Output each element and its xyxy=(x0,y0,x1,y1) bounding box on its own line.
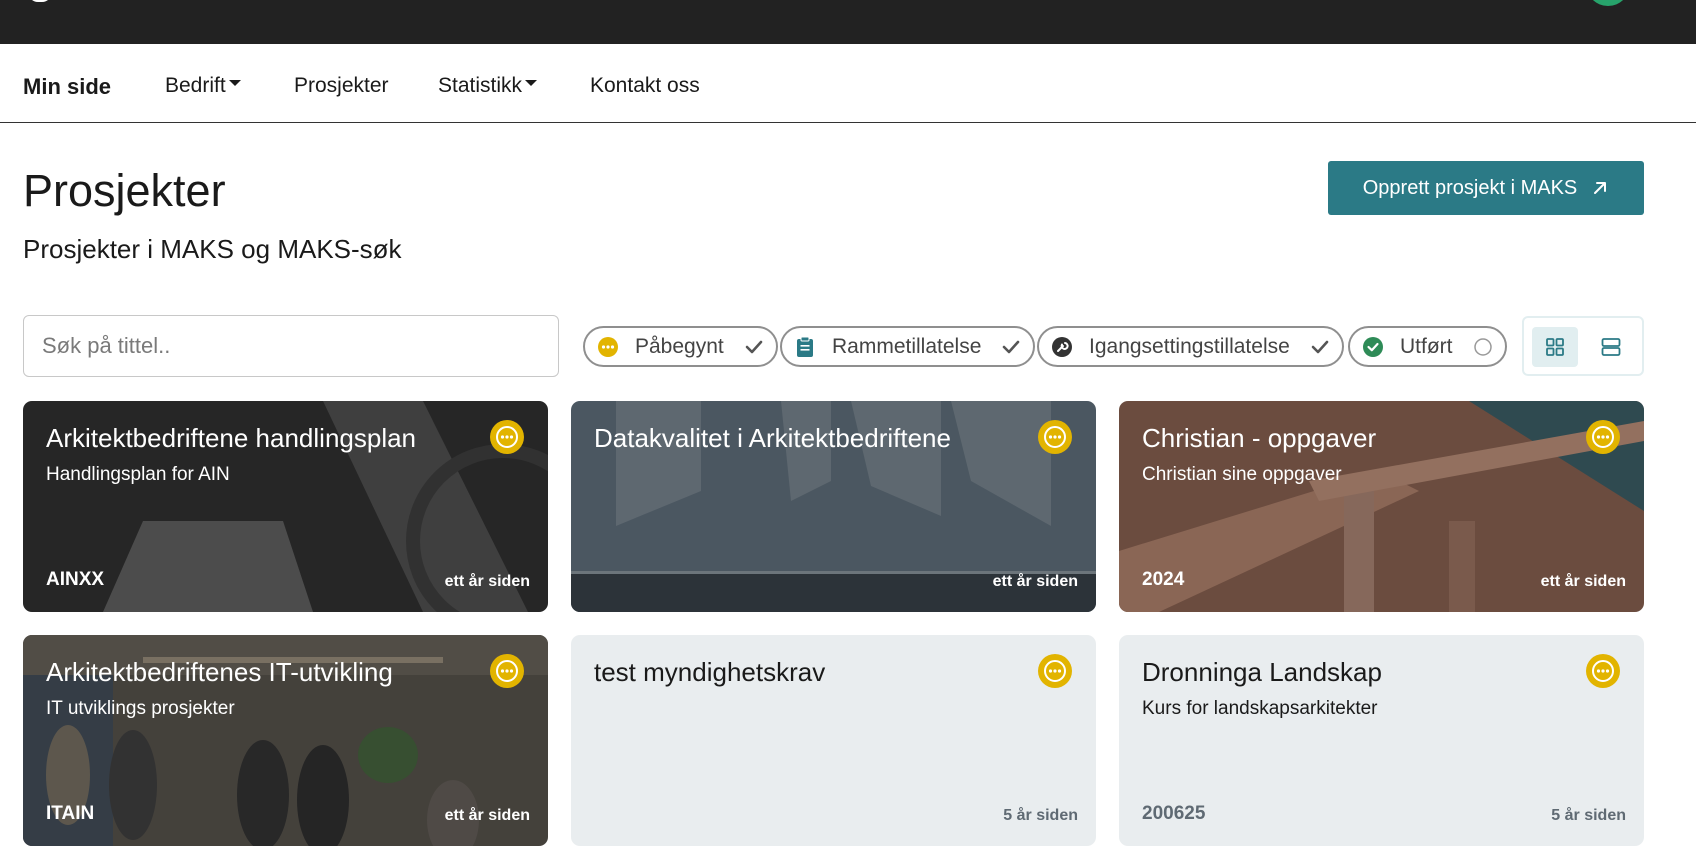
create-project-button[interactable]: Opprett prosjekt i MAKS xyxy=(1328,161,1644,215)
project-card[interactable]: Arkitektbedriftene handlingsplan Handlin… xyxy=(23,401,548,612)
project-title: Dronninga Landskap xyxy=(1142,657,1382,687)
nav-item-kontakt-oss[interactable]: Kontakt oss xyxy=(590,74,700,98)
check-circle-icon xyxy=(1363,336,1383,357)
page-title: Prosjekter xyxy=(23,165,226,216)
status-ellipsis-icon xyxy=(490,654,524,688)
nav-item-label: Statistikk xyxy=(438,74,523,97)
project-card[interactable]: Dronninga Landskap Kurs for landskapsark… xyxy=(1119,635,1644,846)
caret-down-icon xyxy=(525,80,538,87)
grid-view-button[interactable] xyxy=(1532,327,1578,367)
filter-chip-label: Påbegynt xyxy=(635,334,724,358)
project-title: Arkitektbedriftenes IT-utvikling xyxy=(46,657,393,687)
filter-chip-utfort[interactable]: Utført xyxy=(1348,326,1507,367)
list-view-button[interactable] xyxy=(1588,327,1634,367)
ellipsis-circle-icon xyxy=(598,336,618,357)
project-code: 2024 xyxy=(1142,569,1185,590)
nav-item-label: Bedrift xyxy=(165,74,226,97)
project-description: IT utviklings prosjekter xyxy=(46,698,235,719)
caret-down-icon xyxy=(228,80,241,87)
status-ellipsis-icon xyxy=(1586,654,1620,688)
grid-view-icon xyxy=(1546,338,1564,356)
status-ellipsis-icon xyxy=(1038,420,1072,454)
nav-home-link[interactable]: Min side xyxy=(23,74,111,100)
project-card[interactable]: Datakvalitet i Arkitektbedriftene ett år… xyxy=(571,401,1096,612)
user-avatar[interactable] xyxy=(1586,0,1630,6)
filter-chip-pabegynt[interactable]: Påbegynt xyxy=(583,326,778,367)
project-age: 5 år siden xyxy=(1551,807,1626,824)
project-title: Datakvalitet i Arkitektbedriftene xyxy=(594,423,951,453)
nav-item-bedrift[interactable]: Bedrift xyxy=(165,74,241,98)
filter-chip-rammetillatelse[interactable]: Rammetillatelse xyxy=(780,326,1036,367)
project-age: ett år siden xyxy=(1540,573,1626,590)
project-description: Kurs for landskapsarkitekter xyxy=(1142,698,1378,719)
page-subtitle: Prosjekter i MAKS og MAKS-søk xyxy=(23,234,402,264)
project-card[interactable]: Arkitektbedriftenes IT-utvikling IT utvi… xyxy=(23,635,548,846)
clipboard-icon xyxy=(797,336,813,357)
nav-item-statistikk[interactable]: Statistikk xyxy=(438,74,538,98)
filter-chip-label: Rammetillatelse xyxy=(832,334,982,358)
nav-item-label: Kontakt oss xyxy=(590,74,700,97)
checkmark-icon xyxy=(1311,340,1329,353)
project-code: ITAIN xyxy=(46,803,95,824)
create-project-label: Opprett prosjekt i MAKS xyxy=(1362,176,1578,199)
wrench-icon xyxy=(1052,336,1072,357)
filter-chip-label: Igangsettingstillatelse xyxy=(1089,334,1290,358)
logo-icon[interactable] xyxy=(28,0,52,2)
search-input[interactable] xyxy=(23,315,559,377)
view-toggle xyxy=(1522,316,1644,376)
project-age: ett år siden xyxy=(992,573,1078,590)
filter-chip-label: Utført xyxy=(1400,334,1453,358)
empty-circle-icon xyxy=(1473,337,1492,356)
project-description: Handlingsplan for AIN xyxy=(46,464,230,485)
project-code: AINXX xyxy=(46,569,105,590)
project-age: ett år siden xyxy=(444,573,530,590)
project-card[interactable]: Christian - oppgaver Christian sine oppg… xyxy=(1119,401,1644,612)
project-code: 200625 xyxy=(1142,803,1206,824)
nav-item-label: Prosjekter xyxy=(294,74,389,97)
project-age: ett år siden xyxy=(444,807,530,824)
project-title: Arkitektbedriftene handlingsplan xyxy=(46,423,417,453)
filter-chip-igangsettingstillatelse[interactable]: Igangsettingstillatelse xyxy=(1037,326,1344,367)
project-card[interactable]: test myndighetskrav 5 år siden xyxy=(571,635,1096,846)
main-navigation: Min side Bedrift Prosjekter Statistikk K… xyxy=(0,44,1696,123)
status-ellipsis-icon xyxy=(1586,420,1620,454)
list-view-icon xyxy=(1601,338,1621,356)
status-ellipsis-icon xyxy=(490,420,524,454)
checkmark-icon xyxy=(745,340,763,353)
project-title: Christian - oppgaver xyxy=(1142,423,1377,453)
project-age: 5 år siden xyxy=(1003,807,1078,824)
status-ellipsis-icon xyxy=(1038,654,1072,688)
nav-item-prosjekter[interactable]: Prosjekter xyxy=(294,74,389,98)
checkmark-icon xyxy=(1003,340,1020,353)
top-bar xyxy=(0,0,1696,44)
arrow-up-right-icon xyxy=(1594,182,1607,194)
project-title: test myndighetskrav xyxy=(594,657,826,687)
project-description: Christian sine oppgaver xyxy=(1142,464,1342,485)
